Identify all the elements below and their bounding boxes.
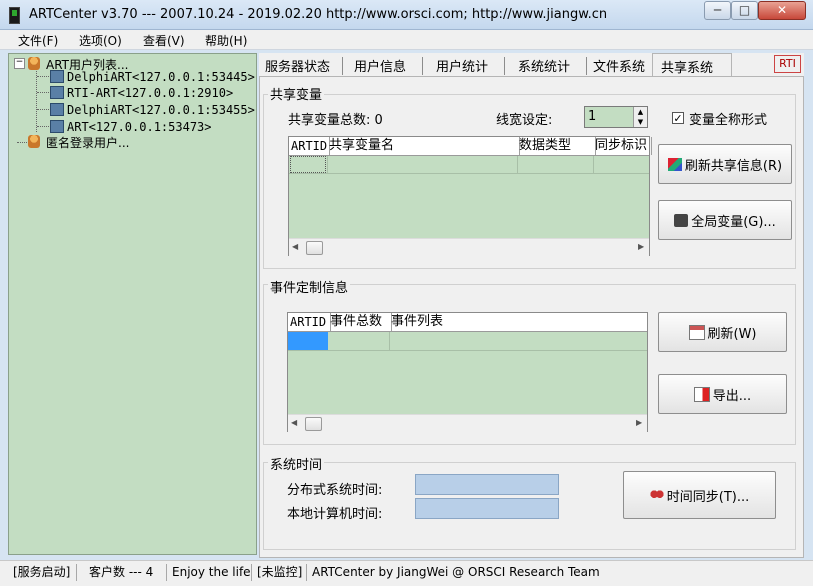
- main-panel: 服务器状态 用户信息 用户统计 系统统计 文件系统 共享系统 RTI 共享变量 …: [259, 53, 804, 558]
- linewidth-value[interactable]: 1: [588, 109, 596, 124]
- column-event-list[interactable]: 事件列表: [389, 313, 649, 331]
- monitor-status: [未监控]: [254, 564, 307, 581]
- shared-variables-grid[interactable]: ARTID 共享变量名 数据类型 同步标识 ◀ ▶: [288, 136, 652, 256]
- maximize-button[interactable]: □: [731, 1, 758, 20]
- user-tree[interactable]: − ART用户列表... DelphiART<127.0.0.1:53445> …: [8, 53, 257, 555]
- app-icon: [9, 7, 20, 24]
- tab-content: 共享变量 共享变量总数: 0 线宽设定: 1 ▲ ▼ ✓ 变量全称形式 ARTI…: [259, 76, 804, 558]
- spin-up-icon[interactable]: ▲: [633, 107, 647, 117]
- scroll-left-icon[interactable]: ◀: [291, 418, 297, 427]
- local-time-label: 本地计算机时间:: [287, 507, 383, 522]
- refresh-shared-icon: [667, 157, 682, 171]
- tab-system-stats[interactable]: 系统统计: [518, 53, 570, 77]
- refresh-shared-label: 刷新共享信息(R): [684, 158, 783, 174]
- menu-bar: 文件(F) 选项(O) 查看(V) 帮助(H): [0, 30, 813, 50]
- column-sync-flag[interactable]: 同步标识: [593, 137, 652, 155]
- global-variables-label: 全局变量(G)...: [691, 214, 776, 230]
- event-hscrollbar[interactable]: ◀ ▶: [288, 414, 647, 432]
- event-info-title: 事件定制信息: [268, 277, 351, 296]
- computer-icon: [50, 120, 64, 133]
- computer-icon: [50, 86, 64, 99]
- global-variables-button[interactable]: 全局变量(G)...: [658, 200, 792, 240]
- column-variable-name[interactable]: 共享变量名: [327, 137, 520, 155]
- refresh-events-icon: [688, 324, 705, 340]
- tree-child-delphiart-53455[interactable]: DelphiART<127.0.0.1:53455>: [67, 103, 255, 117]
- refresh-shared-button[interactable]: 刷新共享信息(R): [658, 144, 792, 184]
- status-bar: [服务启动] 客户数 --- 4 Enjoy the life [未监控] AR…: [0, 560, 813, 586]
- column-artid[interactable]: ARTID: [289, 137, 330, 155]
- time-sync-button[interactable]: 时间同步(T)...: [623, 471, 776, 519]
- scroll-right-icon[interactable]: ▶: [636, 418, 642, 427]
- column-artid[interactable]: ARTID: [288, 313, 331, 331]
- tree-child-art-53473[interactable]: ART<127.0.0.1:53473>: [67, 120, 212, 134]
- selected-cell[interactable]: [288, 332, 328, 350]
- shared-grid-header: ARTID 共享变量名 数据类型 同步标识: [289, 137, 652, 156]
- fullname-label: 变量全称形式: [689, 113, 768, 128]
- export-label: 导出...: [712, 388, 752, 404]
- shared-hscrollbar[interactable]: ◀ ▶: [289, 238, 649, 256]
- scroll-thumb[interactable]: [305, 417, 322, 431]
- tab-file-system[interactable]: 文件系统: [593, 53, 645, 77]
- anonymous-user-icon: [28, 135, 40, 148]
- scroll-left-icon[interactable]: ◀: [292, 242, 298, 251]
- camera-icon: [674, 213, 689, 227]
- fullname-checkbox[interactable]: ✓: [672, 112, 684, 124]
- tab-user-stats[interactable]: 用户统计: [436, 53, 488, 77]
- close-button[interactable]: ✕: [758, 1, 806, 20]
- title-bar: ARTCenter v3.70 --- 2007.10.24 - 2019.02…: [0, 0, 813, 30]
- tab-shared-system[interactable]: 共享系统: [652, 53, 732, 77]
- credit-text: ARTCenter by JiangWei @ ORSCI Research T…: [312, 565, 600, 579]
- tab-user-info[interactable]: 用户信息: [354, 53, 406, 77]
- distributed-time-field: [415, 474, 559, 495]
- computer-icon: [50, 103, 64, 116]
- event-grid[interactable]: ARTID 事件总数 事件列表 ◀ ▶: [287, 312, 648, 432]
- shared-total-label: 共享变量总数: 0: [288, 113, 383, 128]
- menu-view[interactable]: 查看(V): [143, 32, 185, 49]
- export-button[interactable]: 导出...: [658, 374, 787, 414]
- tree-anonymous-label[interactable]: 匿名登录用户...: [46, 134, 129, 151]
- scroll-thumb[interactable]: [306, 241, 323, 255]
- tree-child-delphiart-53445[interactable]: DelphiART<127.0.0.1:53445>: [67, 70, 255, 84]
- refresh-events-button[interactable]: 刷新(W): [658, 312, 787, 352]
- linewidth-label: 线宽设定:: [496, 113, 553, 128]
- event-grid-header: ARTID 事件总数 事件列表: [288, 313, 647, 332]
- system-time-title: 系统时间: [268, 454, 325, 473]
- shared-variables-title: 共享变量: [268, 84, 325, 103]
- users-icon: [28, 57, 40, 70]
- time-sync-label: 时间同步(T)...: [666, 489, 750, 505]
- sync-users-icon: [649, 488, 664, 502]
- linewidth-spinner[interactable]: 1 ▲ ▼: [584, 106, 648, 128]
- spin-down-icon[interactable]: ▼: [633, 117, 647, 127]
- refresh-events-label: 刷新(W): [707, 326, 757, 342]
- tree-child-rti-art-2910[interactable]: RTI-ART<127.0.0.1:2910>: [67, 86, 233, 100]
- column-data-type[interactable]: 数据类型: [517, 137, 596, 155]
- menu-help[interactable]: 帮助(H): [205, 32, 247, 49]
- collapse-toggle[interactable]: −: [14, 58, 25, 69]
- focused-cell[interactable]: [290, 156, 326, 173]
- service-status: [服务启动]: [10, 564, 77, 581]
- distributed-time-label: 分布式系统时间:: [287, 483, 383, 498]
- local-time-field: [415, 498, 559, 519]
- menu-file[interactable]: 文件(F): [18, 32, 58, 49]
- tab-server-status[interactable]: 服务器状态: [265, 53, 330, 77]
- window-title: ARTCenter v3.70 --- 2007.10.24 - 2019.02…: [29, 7, 608, 22]
- client-count: 客户数 --- 4: [86, 564, 167, 581]
- menu-options[interactable]: 选项(O): [79, 32, 122, 49]
- export-icon: [693, 386, 710, 402]
- rti-badge: RTI: [774, 55, 801, 73]
- scroll-right-icon[interactable]: ▶: [638, 242, 644, 251]
- computer-icon: [50, 70, 64, 83]
- column-event-count[interactable]: 事件总数: [328, 313, 392, 331]
- motto-text: Enjoy the life: [169, 564, 252, 581]
- minimize-button[interactable]: ─: [704, 1, 731, 20]
